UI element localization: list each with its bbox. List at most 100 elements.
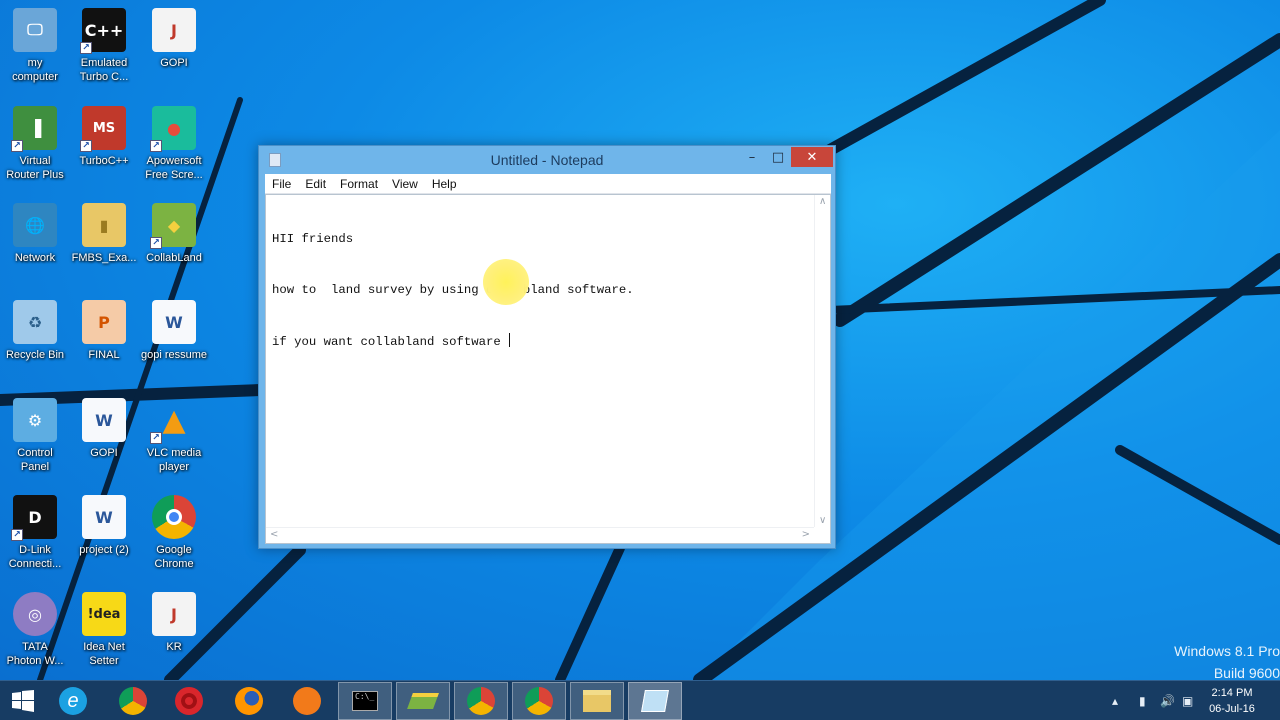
taskbar-file-explorer[interactable] xyxy=(570,682,624,720)
text-line: HII friends xyxy=(272,232,354,246)
desktop-icon-google-chrome[interactable]: Google Chrome xyxy=(139,495,209,585)
collabland-icon: ◆ ↗ xyxy=(150,203,196,249)
desktop-icon-dlink[interactable]: D ↗ D-Link Connecti... xyxy=(0,495,70,585)
document-icon: J xyxy=(152,8,196,52)
idea-icon: !dea xyxy=(82,592,126,636)
notepad-window[interactable]: Untitled - Notepad – □ ✕ File Edit Forma… xyxy=(258,145,836,549)
menu-edit[interactable]: Edit xyxy=(298,177,333,191)
maximize-button[interactable]: □ xyxy=(765,147,791,167)
folder-icon: ▮ xyxy=(82,203,126,247)
desktop-icon-tata-photon[interactable]: ◎ TATA Photon W... xyxy=(0,592,70,680)
desktop-icon-final-ppt[interactable]: P FINAL xyxy=(69,300,139,390)
desktop-icon-idea-net-setter[interactable]: !dea Idea Net Setter xyxy=(69,592,139,680)
text-editor[interactable]: HII friends how to land survey by using … xyxy=(265,194,831,544)
vlc-icon: ▲ ↗ xyxy=(150,398,196,444)
clock-time: 2:14 PM xyxy=(1211,687,1253,699)
notepad-icon xyxy=(641,690,669,712)
chrome-icon xyxy=(467,687,495,715)
computer-icon: 🖵 xyxy=(13,8,57,52)
vertical-scrollbar[interactable]: ∧ ∨ xyxy=(814,195,830,527)
menu-format[interactable]: Format xyxy=(333,177,385,191)
desktop-icon-virtual-router[interactable]: ▐ ↗ Virtual Router Plus xyxy=(0,106,70,196)
cmd-icon: C:\_ xyxy=(352,691,378,711)
desktop-icon-control-panel[interactable]: ⚙ Control Panel xyxy=(0,398,70,488)
desktop-icon-gopi-ressume[interactable]: W gopi ressume xyxy=(139,300,209,390)
recycle-bin-icon: ♻ xyxy=(13,300,57,344)
scroll-down-icon[interactable]: ∨ xyxy=(819,515,826,526)
start-icon xyxy=(12,690,34,712)
taskbar-cmd[interactable]: C:\_ xyxy=(338,682,392,720)
taskbar-avast[interactable] xyxy=(280,682,334,720)
desktop-icon-network[interactable]: 🌐 Network xyxy=(0,203,70,293)
desktop-icon-my-computer[interactable]: 🖵 my computer xyxy=(0,8,70,98)
battery-icon[interactable]: ▮ xyxy=(1139,694,1146,708)
taskbar: e C:\_ ▴ ▮ 🔊 ▣ 2:14 PM 06-Jul-16 xyxy=(0,680,1280,720)
turbo-cpp-icon: MS ↗ xyxy=(80,106,126,152)
word-icon: W xyxy=(152,300,196,344)
taskbar-chrome-2[interactable] xyxy=(454,682,508,720)
text-line-current: if you want collabland software xyxy=(272,333,812,351)
collabland-icon xyxy=(407,693,439,709)
desktop-icon-recycle-bin[interactable]: ♻ Recycle Bin xyxy=(0,300,70,390)
volume-icon[interactable]: 🔊 xyxy=(1160,694,1175,708)
text-caret xyxy=(509,333,511,347)
desktop-icon-turboc[interactable]: MS ↗ TurboC++ xyxy=(69,106,139,196)
scroll-right-icon[interactable]: > xyxy=(802,529,810,540)
menu-view[interactable]: View xyxy=(385,177,425,191)
menu-bar: File Edit Format View Help xyxy=(265,174,831,194)
chrome-icon xyxy=(152,495,196,539)
horizontal-scrollbar[interactable]: < > xyxy=(266,527,814,543)
windows-watermark: Windows 8.1 Pro Build 9600 xyxy=(1160,640,1280,680)
text-line: how to land survey by using collabland s… xyxy=(272,283,634,297)
router-icon: ▐ ↗ xyxy=(11,106,57,152)
clock-date: 06-Jul-16 xyxy=(1209,703,1255,715)
ie-icon: e xyxy=(59,687,87,715)
desktop-icon-vlc[interactable]: ▲ ↗ VLC media player xyxy=(139,398,209,488)
desktop-icon-kr[interactable]: J KR xyxy=(139,592,209,680)
watermark-build: Build 9600 xyxy=(1213,665,1280,680)
opera-icon xyxy=(175,687,203,715)
control-panel-icon: ⚙ xyxy=(13,398,57,442)
dlink-icon: D ↗ xyxy=(11,495,57,541)
chrome-icon xyxy=(119,687,147,715)
chrome-icon xyxy=(525,687,553,715)
taskbar-chrome-3[interactable] xyxy=(512,682,566,720)
word-icon: W xyxy=(82,398,126,442)
screen-recorder-icon: ● ↗ xyxy=(150,106,196,152)
show-hidden-icons-icon[interactable]: ▴ xyxy=(1112,694,1118,708)
desktop-icon-apowersoft[interactable]: ● ↗ Apowersoft Free Scre... xyxy=(139,106,209,196)
desktop-icon-project-2[interactable]: W project (2) xyxy=(69,495,139,585)
document-icon: J xyxy=(152,592,196,636)
scroll-left-icon[interactable]: < xyxy=(270,529,278,540)
clock[interactable]: 2:14 PM 06-Jul-16 xyxy=(1192,685,1272,717)
desktop-icon-gopi-doc[interactable]: J GOPI xyxy=(139,8,209,98)
powerpoint-icon: P xyxy=(82,300,126,344)
network-icon: 🌐 xyxy=(13,203,57,247)
menu-help[interactable]: Help xyxy=(425,177,464,191)
desktop: 🖵 my computer C++ ↗ Emulated Turbo C... J… xyxy=(0,0,1280,680)
title-bar[interactable]: Untitled - Notepad – □ ✕ xyxy=(259,146,835,174)
text-line: if you want collabland software xyxy=(272,335,509,349)
taskbar-opera[interactable] xyxy=(162,682,216,720)
taskbar-collabland[interactable] xyxy=(396,682,450,720)
taskbar-notepad[interactable] xyxy=(628,682,682,720)
scroll-up-icon[interactable]: ∧ xyxy=(819,196,826,207)
word-icon: W xyxy=(82,495,126,539)
minimize-button[interactable]: – xyxy=(739,147,765,167)
desktop-icon-fmbs-folder[interactable]: ▮ FMBS_Exa... xyxy=(69,203,139,293)
desktop-icon-gopi-word[interactable]: W GOPI xyxy=(69,398,139,488)
cpp-icon: C++ ↗ xyxy=(80,8,126,54)
cursor-highlight xyxy=(483,259,529,305)
taskbar-firefox[interactable] xyxy=(222,682,276,720)
file-explorer-icon xyxy=(583,690,611,712)
desktop-icon-emulated-turbo-c[interactable]: C++ ↗ Emulated Turbo C... xyxy=(69,8,139,98)
menu-file[interactable]: File xyxy=(265,177,298,191)
close-button[interactable]: ✕ xyxy=(791,147,833,167)
start-button[interactable] xyxy=(0,682,46,720)
desktop-icon-collabland[interactable]: ◆ ↗ CollabLand xyxy=(139,203,209,293)
firefox-icon xyxy=(235,687,263,715)
tata-photon-icon: ◎ xyxy=(13,592,57,636)
avast-icon xyxy=(293,687,321,715)
taskbar-ie[interactable]: e xyxy=(46,682,100,720)
taskbar-chrome-1[interactable] xyxy=(106,682,160,720)
